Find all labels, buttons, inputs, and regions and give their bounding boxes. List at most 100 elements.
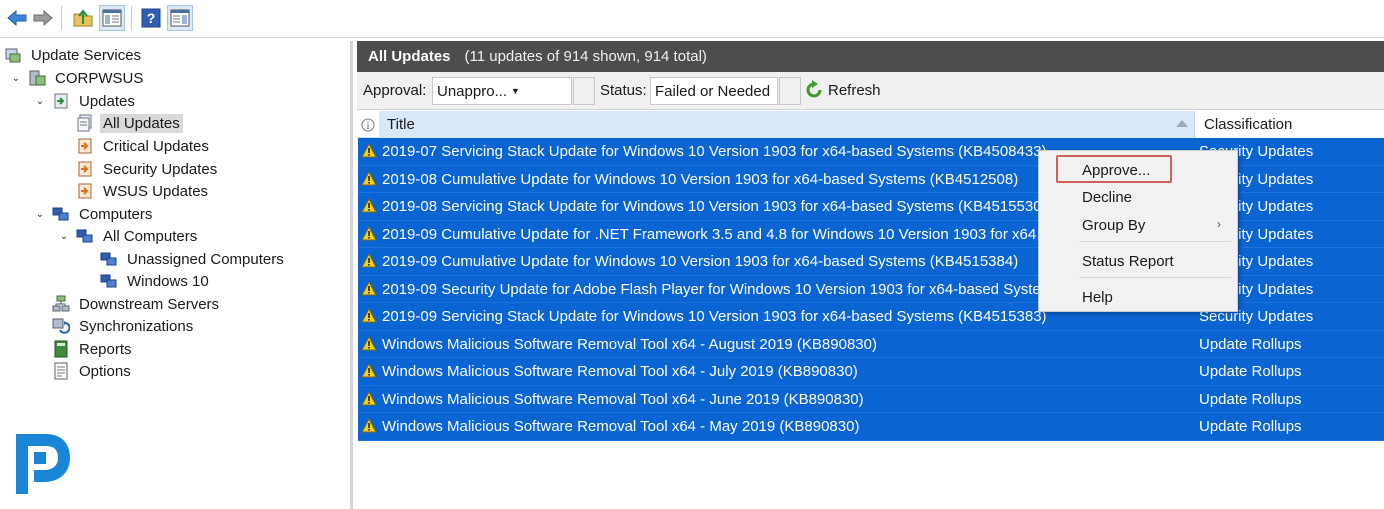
refresh-button[interactable]: Refresh	[804, 80, 881, 100]
tree-item-all-updates[interactable]: All Updates	[58, 112, 183, 134]
svg-text:?: ?	[147, 10, 156, 26]
tree-item-windows-10[interactable]: Windows 10	[82, 270, 212, 292]
column-header-row: i Title Classification	[357, 111, 1384, 138]
tree-label: Windows 10	[127, 272, 209, 290]
tree-item-update-services[interactable]: Update Services	[4, 44, 144, 66]
critical-updates-icon	[76, 137, 94, 155]
menu-item-decline[interactable]: Decline	[1039, 185, 1237, 211]
approval-value: Unappro...	[437, 83, 508, 100]
update-classification: Update Rollups	[1199, 418, 1302, 435]
update-title: Windows Malicious Software Removal Tool …	[382, 335, 877, 353]
chevron-down-icon[interactable]: ⌄	[58, 231, 70, 242]
dropdown-arrow-icon[interactable]: ▼	[511, 86, 520, 96]
approval-dropdown[interactable]: Unappro... ▼	[432, 77, 572, 105]
approve-highlight-box	[1056, 155, 1172, 183]
watermark-logo-icon	[12, 430, 76, 498]
tree-item-corpwsus[interactable]: ⌄ CORPWSUS	[10, 67, 146, 89]
info-column-icon[interactable]: i	[357, 111, 379, 138]
tree-item-reports[interactable]: Reports	[34, 338, 135, 360]
warning-icon	[361, 307, 377, 324]
tree-item-unassigned-computers[interactable]: Unassigned Computers	[82, 248, 287, 270]
tree-label: CORPWSUS	[55, 69, 144, 87]
pane-title: All Updates	[368, 48, 451, 65]
tree-item-updates[interactable]: ⌄ Updates	[34, 90, 138, 112]
table-row[interactable]: Windows Malicious Software Removal Tool …	[358, 385, 1384, 413]
approval-dropdown-button[interactable]	[573, 77, 595, 105]
tree-item-options[interactable]: Options	[34, 360, 134, 382]
column-header-classification[interactable]: Classification	[1196, 111, 1384, 138]
table-row[interactable]: Windows Malicious Software Removal Tool …	[358, 358, 1384, 386]
status-dropdown[interactable]: Failed or Needed	[650, 77, 778, 105]
toolbar-separator	[61, 6, 62, 30]
update-services-icon	[4, 46, 22, 64]
warning-icon	[361, 362, 377, 379]
approval-label: Approval:	[363, 82, 427, 99]
tree-label: All Updates	[100, 113, 183, 133]
table-row[interactable]: Windows Malicious Software Removal Tool …	[358, 413, 1384, 441]
action-pane-icon[interactable]	[167, 5, 193, 31]
filter-bar: Approval: Unappro... ▼ Status: Failed or…	[357, 72, 1384, 110]
update-title: Windows Malicious Software Removal Tool …	[382, 418, 860, 435]
tree-label: Critical Updates	[103, 137, 209, 155]
forward-arrow-icon[interactable]	[30, 5, 56, 31]
tree-label: Computers	[79, 205, 153, 223]
column-title-label: Title	[387, 116, 415, 133]
warning-icon	[361, 390, 377, 407]
tree-item-wsus-updates[interactable]: WSUS Updates	[58, 180, 211, 202]
update-count: (11 updates of 914 shown, 914 total)	[464, 48, 707, 65]
menu-item-label: Decline	[1082, 189, 1133, 206]
update-title: Windows Malicious Software Removal Tool …	[382, 363, 858, 380]
options-icon	[52, 362, 70, 380]
status-label: Status:	[600, 82, 647, 99]
tree-label: Reports	[79, 340, 132, 358]
downstream-servers-icon	[52, 295, 70, 313]
column-classification-label: Classification	[1204, 116, 1293, 133]
chevron-down-icon[interactable]: ⌄	[34, 96, 46, 107]
update-title: Windows Malicious Software Removal Tool …	[382, 390, 864, 408]
tree-item-all-computers[interactable]: ⌄ All Computers	[58, 225, 200, 247]
tree-item-security-updates[interactable]: Security Updates	[58, 158, 220, 180]
menu-item-group-by[interactable]: Group By ›	[1039, 213, 1237, 239]
tree-item-computers[interactable]: ⌄ Computers	[34, 203, 155, 225]
menu-item-label: Group By	[1082, 217, 1146, 234]
computers-icon	[52, 205, 70, 223]
tree-label: Update Services	[31, 46, 142, 64]
update-classification: Update Rollups	[1199, 390, 1302, 408]
server-icon	[28, 69, 46, 87]
refresh-icon	[804, 80, 824, 100]
up-folder-icon[interactable]	[70, 5, 96, 31]
security-updates-icon	[76, 160, 94, 178]
menu-item-status-report[interactable]: Status Report	[1039, 249, 1237, 275]
tree-item-critical-updates[interactable]: Critical Updates	[58, 135, 212, 157]
warning-icon	[361, 417, 377, 434]
chevron-down-icon[interactable]: ⌄	[10, 73, 22, 84]
tree-label: Options	[79, 362, 131, 380]
menu-separator	[1079, 277, 1231, 278]
table-row[interactable]: Windows Malicious Software Removal Tool …	[358, 330, 1384, 358]
show-hide-tree-icon[interactable]	[99, 5, 125, 31]
tree-label: WSUS Updates	[103, 182, 209, 200]
computer-group-icon	[100, 250, 118, 268]
all-updates-icon	[76, 114, 94, 132]
tree-item-synchronizations[interactable]: Synchronizations	[34, 315, 196, 337]
tree-label: Unassigned Computers	[127, 250, 284, 268]
toolbar: ?	[0, 0, 1384, 38]
status-dropdown-button[interactable]	[779, 77, 801, 105]
sort-ascending-icon	[1176, 120, 1188, 127]
menu-item-label: Status Report	[1082, 253, 1174, 270]
chevron-down-icon[interactable]: ⌄	[34, 209, 46, 220]
warning-icon	[361, 280, 377, 297]
refresh-label: Refresh	[828, 81, 881, 99]
warning-icon	[361, 225, 377, 242]
svg-text:i: i	[367, 121, 370, 132]
column-header-title[interactable]: Title	[379, 111, 1195, 138]
tree-item-downstream-servers[interactable]: Downstream Servers	[34, 293, 222, 315]
help-icon[interactable]: ?	[138, 5, 164, 31]
menu-item-help[interactable]: Help	[1039, 285, 1237, 311]
wsus-updates-icon	[76, 182, 94, 200]
toolbar-separator	[131, 6, 132, 30]
tree-label: Security Updates	[103, 160, 218, 178]
back-arrow-icon[interactable]	[4, 5, 30, 31]
warning-icon	[361, 252, 377, 269]
menu-item-label: Help	[1082, 289, 1113, 306]
